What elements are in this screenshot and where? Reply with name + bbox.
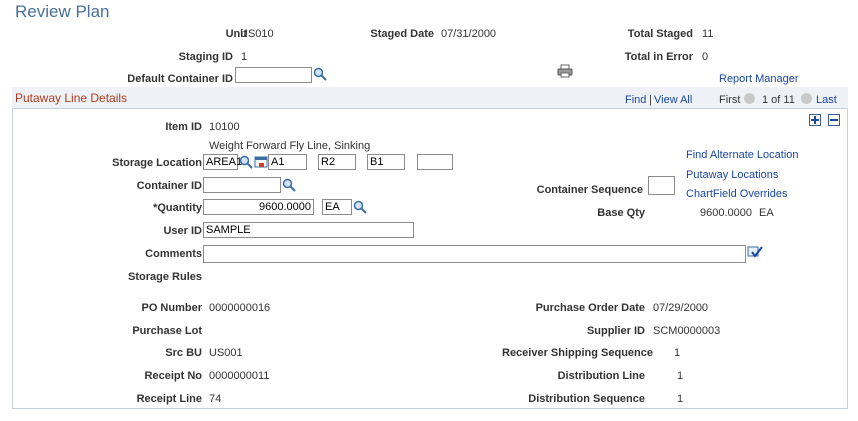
report-manager-link[interactable]: Report Manager (719, 73, 799, 85)
total-error-label: Total in Error (624, 51, 693, 63)
magnifier-icon[interactable] (282, 178, 296, 192)
receipt-line-value: 74 (209, 393, 222, 405)
default-container-input[interactable] (235, 67, 312, 83)
container-id-input[interactable] (203, 177, 281, 193)
storage-level4-input[interactable] (417, 154, 453, 170)
distribution-line-label: Distribution Line (557, 370, 645, 382)
printer-icon[interactable] (557, 64, 573, 78)
supplier-id-value: SCM0000003 (653, 325, 721, 337)
nav-separator: | (649, 94, 652, 106)
spellcheck-icon[interactable] (747, 245, 763, 259)
quantity-label: *Quantity (153, 202, 202, 214)
calendar-icon[interactable] (254, 155, 268, 169)
purchase-lot-label: Purchase Lot (132, 325, 202, 337)
storage-location-label: Storage Location (112, 157, 202, 169)
previous-arrow-icon[interactable] (744, 93, 755, 104)
total-staged-value: 11 (702, 28, 714, 40)
item-id-label: Item ID (165, 121, 202, 133)
default-container-label: Default Container ID (127, 73, 233, 85)
staged-date-value: 07/31/2000 (441, 28, 497, 40)
staging-id-label: Staging ID (178, 51, 233, 63)
unit-value: US010 (240, 28, 274, 40)
quantity-input[interactable]: 9600.0000 (203, 199, 314, 215)
src-bu-label: Src BU (165, 347, 202, 359)
po-number-value: 0000000016 (209, 302, 271, 314)
distribution-sequence-label: Distribution Sequence (528, 393, 645, 405)
magnifier-icon[interactable] (353, 200, 367, 214)
find-alternate-location-link[interactable]: Find Alternate Location (686, 149, 799, 161)
first-label[interactable]: First (719, 94, 740, 106)
container-sequence-input[interactable] (648, 176, 675, 195)
row-count: 1 of 11 (762, 94, 795, 106)
staging-id-value: 1 (241, 51, 248, 63)
distribution-line-value: 1 (677, 370, 684, 382)
section-title: Putaway Line Details (15, 91, 128, 105)
receipt-no-value: 0000000011 (209, 370, 270, 382)
comments-label: Comments (145, 248, 202, 260)
delete-row-button[interactable] (828, 114, 840, 126)
po-number-label: PO Number (141, 302, 202, 314)
receipt-no-label: Receipt No (144, 370, 202, 382)
base-qty-uom: EA (759, 207, 774, 219)
total-staged-label: Total Staged (627, 28, 693, 40)
comments-input[interactable] (203, 245, 746, 263)
total-error-value: 0 (702, 51, 709, 63)
next-arrow-icon[interactable] (801, 93, 812, 104)
src-bu-value: US001 (209, 347, 243, 359)
storage-area-input[interactable]: AREA1 (203, 154, 242, 170)
item-id-value: 10100 (209, 121, 240, 133)
uom-input[interactable]: EA (322, 199, 352, 215)
user-id-label: User ID (163, 225, 202, 237)
base-qty-value: 9600.0000 (700, 207, 752, 219)
plus-icon (811, 116, 819, 124)
storage-level2-input[interactable]: R2 (318, 154, 356, 170)
po-date-label: Purchase Order Date (535, 302, 645, 314)
minus-icon (830, 119, 838, 121)
magnifier-icon[interactable] (313, 67, 327, 81)
container-sequence-label: Container Sequence (536, 184, 643, 196)
putaway-locations-link[interactable]: Putaway Locations (686, 169, 778, 181)
receiver-shipping-sequence-value: 1 (674, 347, 681, 359)
user-id-input[interactable]: SAMPLE (203, 222, 414, 238)
distribution-sequence-value: 1 (677, 393, 684, 405)
chartfield-overrides-link[interactable]: ChartField Overrides (686, 188, 787, 200)
storage-level3-input[interactable]: B1 (367, 154, 405, 170)
supplier-id-label: Supplier ID (586, 325, 645, 337)
storage-level1-input[interactable]: A1 (268, 154, 307, 170)
container-id-label: Container ID (136, 180, 202, 192)
add-row-button[interactable] (809, 114, 821, 126)
receiver-shipping-sequence-label: Receiver Shipping Sequence (502, 347, 653, 359)
last-link[interactable]: Last (816, 94, 837, 106)
staged-date-label: Staged Date (370, 28, 434, 40)
view-all-link[interactable]: View All (654, 94, 692, 106)
po-date-value: 07/29/2000 (653, 302, 709, 314)
item-description: Weight Forward Fly Line, Sinking (209, 140, 371, 152)
page-title: Review Plan (15, 2, 110, 21)
storage-rules-label: Storage Rules (128, 271, 202, 283)
magnifier-icon[interactable] (239, 155, 253, 169)
base-qty-label: Base Qty (597, 207, 645, 219)
find-link[interactable]: Find (625, 94, 646, 106)
receipt-line-label: Receipt Line (136, 393, 202, 405)
